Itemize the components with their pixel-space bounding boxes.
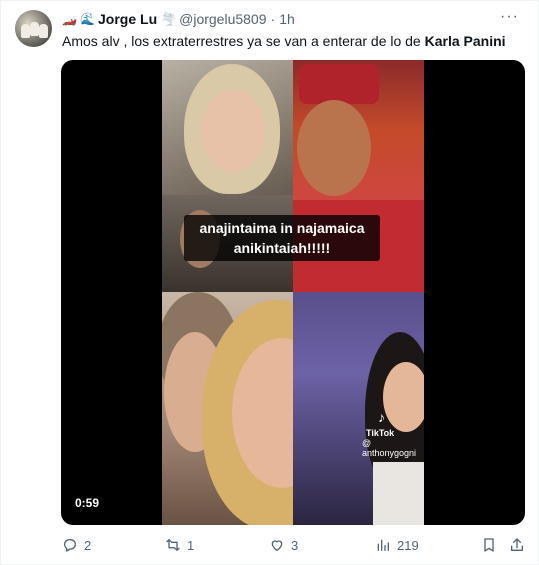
retweet-count: 1 xyxy=(187,537,195,553)
views-button[interactable]: 219 xyxy=(375,535,419,555)
tiktok-icon: ♪ xyxy=(378,409,385,425)
reply-button[interactable]: 2 xyxy=(62,535,91,555)
author-handle[interactable]: @jorgelu5809 xyxy=(179,11,266,27)
bookmark-button[interactable] xyxy=(481,535,497,555)
separator-dot: · xyxy=(270,11,276,27)
video-frame: anajintaima in najamaica anikintaiah!!!!… xyxy=(162,60,424,525)
more-options-icon[interactable]: ··· xyxy=(500,9,520,27)
views-count: 219 xyxy=(397,537,419,553)
author-name[interactable]: Jorge Lu xyxy=(98,11,157,27)
reply-count: 2 xyxy=(84,537,92,553)
caption-line-2: anikintaiah!!!!! xyxy=(233,240,331,256)
tornado-emoji: 🌪️ xyxy=(161,12,177,26)
wave-emoji: 🌊 xyxy=(80,12,95,26)
heart-icon xyxy=(271,540,283,551)
video-panel-bottom-left xyxy=(162,292,293,525)
reply-icon xyxy=(64,539,76,552)
share-icon xyxy=(511,538,523,551)
like-button[interactable]: 3 xyxy=(269,535,298,555)
tiktok-username: @ anthonygogni xyxy=(362,438,417,458)
video-caption: anajintaima in najamaica anikintaiah!!!!… xyxy=(184,215,380,261)
tiktok-brand: TikTok xyxy=(366,428,395,438)
retweet-icon xyxy=(166,539,180,551)
retweet-button[interactable]: 1 xyxy=(165,535,194,555)
tweet-text: Amos alv , los extraterrestres ya se van… xyxy=(62,32,506,50)
tweet-text-mention[interactable]: Karla Panini xyxy=(425,33,506,49)
race-car-emoji: 🏎️ xyxy=(62,12,77,26)
tiktok-watermark: ♪ TikTok @ anthonygogni xyxy=(362,409,424,458)
caption-line-1: anajintaima in najamaica xyxy=(199,220,365,236)
video-player[interactable]: anajintaima in najamaica anikintaiah!!!!… xyxy=(61,60,525,525)
tweet-text-body: Amos alv , los extraterrestres ya se van… xyxy=(62,33,425,49)
views-icon xyxy=(377,539,389,551)
like-count: 3 xyxy=(291,537,299,553)
tweet-card[interactable]: 🏎️ 🌊 Jorge Lu 🌪️ @jorgelu5809 · 1h ··· A… xyxy=(0,0,539,565)
video-panel-bottom-right xyxy=(293,292,424,525)
timestamp[interactable]: 1h xyxy=(279,11,295,27)
tweet-header: 🏎️ 🌊 Jorge Lu 🌪️ @jorgelu5809 · 1h xyxy=(62,10,295,28)
share-button[interactable] xyxy=(509,535,525,555)
video-duration: 0:59 xyxy=(71,494,104,512)
tweet-actions: 2 1 3 219 xyxy=(62,535,527,555)
bookmark-icon xyxy=(484,538,494,552)
avatar[interactable] xyxy=(15,10,52,47)
